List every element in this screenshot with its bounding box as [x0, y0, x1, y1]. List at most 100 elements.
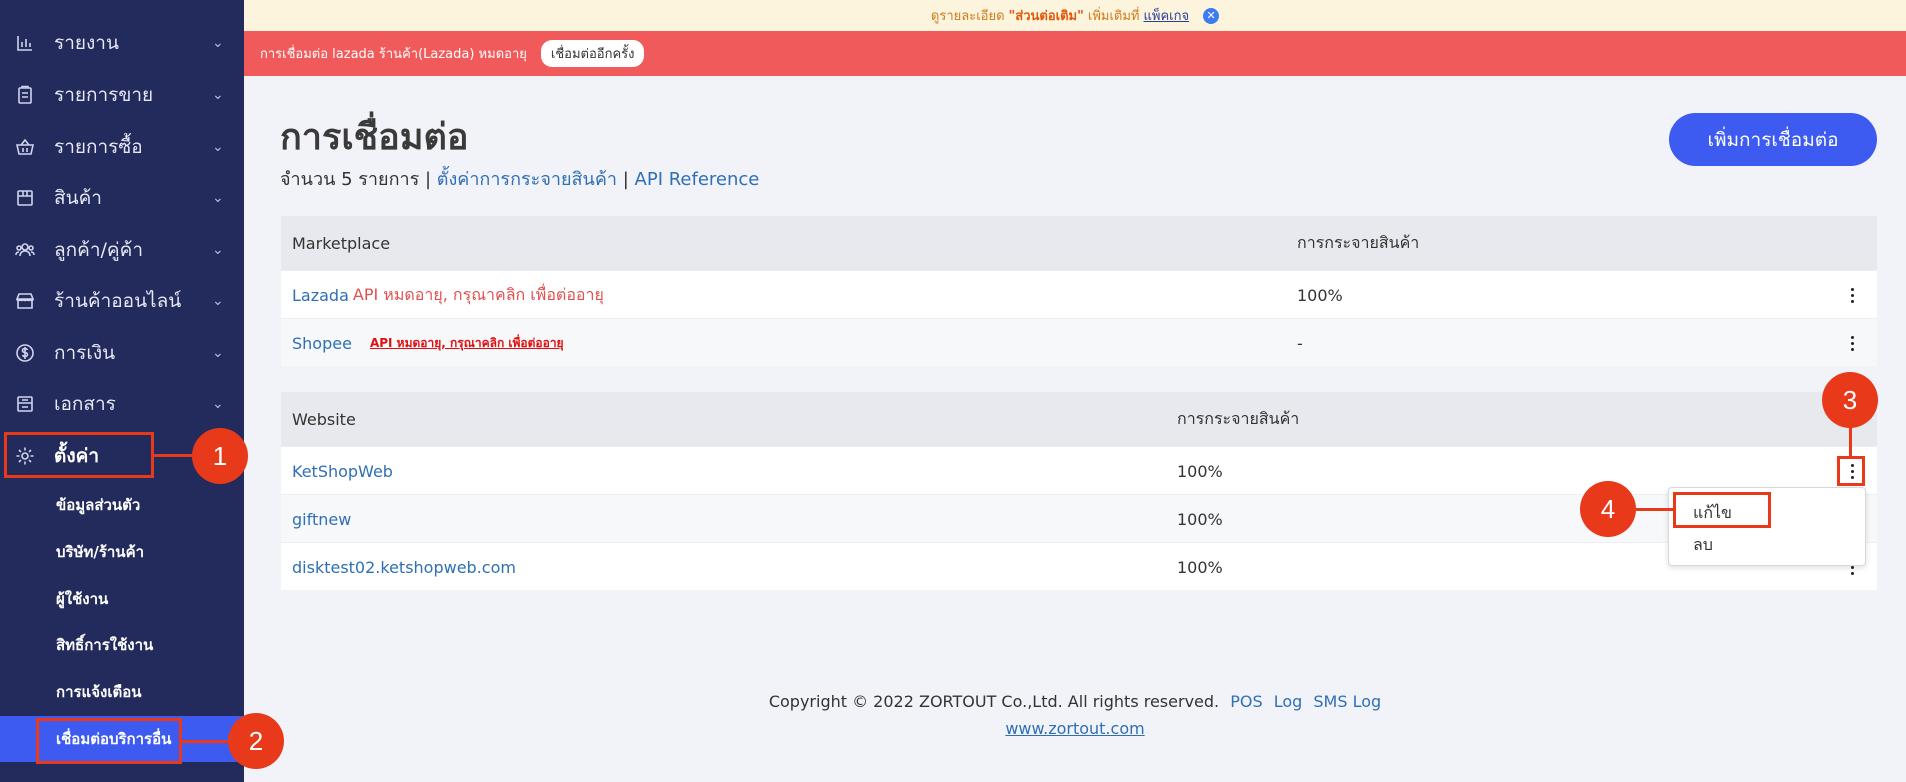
sidebar-subitem-label: บริษัท/ร้านค้า: [56, 543, 145, 561]
sidebar-item-label: ตั้งค่า: [54, 444, 99, 467]
distribution-value: 100%: [1177, 509, 1223, 529]
footer-link-pos[interactable]: POS: [1230, 692, 1262, 711]
sidebar-item-label: รายการซื้อ: [54, 135, 143, 158]
table-row: Lazada API หมดอายุ, กรุณาคลิก เพื่อต่ออา…: [281, 270, 1877, 318]
annotation-connector: [154, 454, 196, 457]
promo-prefix: ดูรายละเอียด: [930, 9, 1005, 24]
table-row: disktest02.ketshopweb.com 100%: [281, 542, 1877, 590]
sidebar-item-label: รายการขาย: [54, 83, 154, 106]
chevron-down-icon: ⌄: [212, 395, 224, 412]
website-name-link[interactable]: KetShopWeb: [292, 462, 393, 481]
marketplace-cell: Shopee API หมดอายุ, กรุณาคลิก เพื่อต่ออา…: [292, 319, 564, 367]
alert-message: การเชื่อมต่อ lazada ร้านค้า(Lazada) หมดอ…: [260, 47, 527, 62]
marketplace-name-link[interactable]: Lazada: [292, 286, 349, 305]
marketplace-cell: Lazada API หมดอายุ, กรุณาคลิก เพื่อต่ออา…: [292, 271, 604, 319]
footer-link-log[interactable]: Log: [1274, 692, 1303, 711]
distribution-value: 100%: [1297, 285, 1343, 305]
row-actions-menu: แก้ไข ลบ: [1668, 487, 1866, 566]
gear-icon: [14, 445, 36, 467]
sidebar-subitem-profile[interactable]: ข้อมูลส่วนตัว: [0, 482, 244, 528]
promo-middle: เพิ่มเติมที่: [1087, 9, 1140, 24]
website-name-link[interactable]: disktest02.ketshopweb.com: [292, 558, 516, 577]
close-icon[interactable]: ✕: [1203, 7, 1220, 24]
marketplace-name-link[interactable]: Shopee: [292, 334, 352, 353]
users-icon: [14, 239, 36, 261]
page-title: การเชื่อมต่อ: [280, 117, 469, 158]
sidebar-item-sales[interactable]: รายการขาย ⌄: [0, 69, 244, 120]
sidebar-subitem-users[interactable]: ผู้ใช้งาน: [0, 576, 244, 622]
sidebar-subitem-label: สิทธิ์การใช้งาน: [56, 636, 154, 654]
sidebar-subitem-label: ข้อมูลส่วนตัว: [56, 496, 141, 514]
sidebar-item-label: เอกสาร: [54, 392, 116, 415]
website-name-link[interactable]: giftnew: [292, 510, 351, 529]
annotation-connector: [1636, 508, 1676, 511]
chevron-down-icon: ⌄: [212, 292, 224, 309]
website-cell: KetShopWeb: [292, 447, 393, 495]
sidebar-item-label: สินค้า: [54, 186, 102, 209]
edit-menu-item[interactable]: แก้ไข: [1693, 501, 1732, 526]
annotation-badge: 2: [228, 713, 284, 769]
website-table: Website การกระจายสินค้า KetShopWeb 100% …: [281, 392, 1877, 590]
copyright-text: Copyright © 2022 ZORTOUT Co.,Ltd. All ri…: [768, 692, 1220, 711]
footer-site-link[interactable]: www.zortout.com: [244, 719, 1906, 738]
column-header: Website: [292, 409, 356, 429]
chevron-down-icon: ⌄: [212, 34, 224, 51]
sidebar-subitem-label: ผู้ใช้งาน: [56, 590, 109, 608]
website-cell: disktest02.ketshopweb.com: [292, 543, 516, 591]
basket-icon: [14, 136, 36, 158]
annotation-connector: [1849, 428, 1852, 458]
sidebar-item-label: ลูกค้า/คู่ค้า: [54, 238, 144, 261]
chevron-down-icon: ⌄: [212, 86, 224, 103]
marketplace-table: Marketplace การกระจายสินค้า Lazada API ห…: [281, 216, 1877, 366]
sidebar-subitem-permissions[interactable]: สิทธิ์การใช้งาน: [0, 622, 244, 668]
table-header: Website การกระจายสินค้า: [281, 392, 1877, 446]
sidebar-item-customers[interactable]: ลูกค้า/คู่ค้า ⌄: [0, 224, 244, 275]
sidebar-item-online-store[interactable]: ร้านค้าออนไลน์ ⌄: [0, 275, 244, 326]
chevron-down-icon: ⌄: [212, 189, 224, 206]
chevron-down-icon: ⌄: [212, 241, 224, 258]
add-connection-button[interactable]: เพิ่มการเชื่อมต่อ: [1669, 113, 1877, 166]
sidebar: รายงาน ⌄ รายการขาย ⌄ รายการซื้อ ⌄ สินค้า…: [0, 0, 244, 782]
distribution-value: -: [1297, 333, 1303, 353]
more-options-icon[interactable]: [1847, 283, 1857, 307]
clipboard-icon: [14, 84, 36, 106]
sidebar-subitem-company[interactable]: บริษัท/ร้านค้า: [0, 529, 244, 575]
more-options-icon[interactable]: [1847, 331, 1857, 355]
table-row: giftnew 100%: [281, 494, 1877, 542]
footer-link-sms-log[interactable]: SMS Log: [1313, 692, 1381, 711]
promo-banner: ดูรายละเอียด "ส่วนต่อเติม" เพิ่มเติมที่ …: [244, 0, 1906, 31]
chevron-down-icon: ⌄: [212, 138, 224, 155]
bar-chart-icon: [14, 32, 36, 54]
sidebar-subitem-notifications[interactable]: การแจ้งเตือน: [0, 669, 244, 715]
more-options-icon[interactable]: [1847, 459, 1857, 483]
annotation-connector: [182, 740, 232, 743]
sidebar-subitem-integrations[interactable]: เชื่อมต่อบริการอื่น: [0, 716, 244, 762]
sidebar-item-label: ร้านค้าออนไลน์: [54, 289, 182, 312]
table-row: Shopee API หมดอายุ, กรุณาคลิก เพื่อต่ออา…: [281, 318, 1877, 366]
annotation-badge: 4: [1580, 481, 1636, 537]
promo-package-link[interactable]: แพ็คเกจ: [1144, 5, 1190, 26]
reconnect-button[interactable]: เชื่อมต่ออีกครั้ง: [540, 40, 645, 67]
sidebar-item-purchases[interactable]: รายการซื้อ ⌄: [0, 121, 244, 172]
storefront-icon: [14, 290, 36, 312]
api-reference-link[interactable]: API Reference: [635, 169, 760, 190]
api-expired-message[interactable]: API หมดอายุ, กรุณาคลิก เพื่อต่ออายุ: [353, 283, 604, 308]
distribution-value: 100%: [1177, 557, 1223, 577]
sidebar-item-documents[interactable]: เอกสาร ⌄: [0, 378, 244, 429]
delete-menu-item[interactable]: ลบ: [1693, 533, 1713, 558]
distribution-value: 100%: [1177, 461, 1223, 481]
api-expired-message[interactable]: API หมดอายุ, กรุณาคลิก เพื่อต่ออายุ: [370, 334, 564, 353]
footer: Copyright © 2022 ZORTOUT Co.,Ltd. All ri…: [244, 692, 1906, 738]
website-cell: giftnew: [292, 495, 351, 543]
box-icon: [14, 187, 36, 209]
sidebar-item-finance[interactable]: การเงิน ⌄: [0, 327, 244, 378]
table-header: Marketplace การกระจายสินค้า: [281, 216, 1877, 270]
expiry-alert: การเชื่อมต่อ lazada ร้านค้า(Lazada) หมดอ…: [244, 31, 1906, 76]
sidebar-item-products[interactable]: สินค้า ⌄: [0, 172, 244, 223]
sidebar-item-label: การเงิน: [54, 341, 116, 364]
sidebar-item-reports[interactable]: รายงาน ⌄: [0, 17, 244, 68]
column-header: Marketplace: [292, 233, 391, 253]
chevron-down-icon: ⌄: [212, 344, 224, 361]
table-row: KetShopWeb 100%: [281, 446, 1877, 494]
distribution-settings-link[interactable]: ตั้งค่าการกระจายสินค้า: [437, 169, 617, 190]
